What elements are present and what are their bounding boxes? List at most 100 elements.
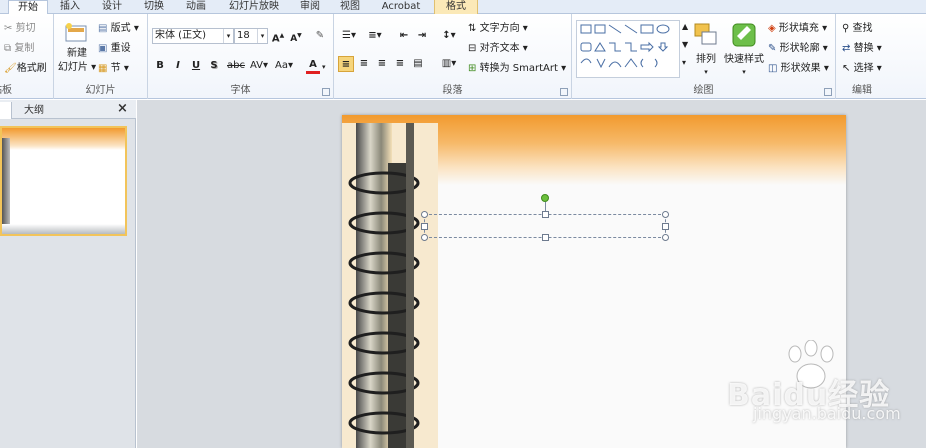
section-button[interactable]: ▦ 节 ▾ — [98, 62, 129, 76]
group-drawing: ▲ ▼ ▾ 排列 ▾ 快速样式 ▾ ◈ 形状填充 ▾ ✎ 形状轮廓 ▾ ◫ 形状… — [572, 14, 836, 99]
tab-transitions[interactable]: 切换 — [138, 0, 170, 14]
columns-icon[interactable]: ▥▾ — [438, 56, 460, 72]
chevron-down-icon[interactable]: ▾ — [223, 29, 233, 43]
shrink-font-icon[interactable]: A▼ — [288, 28, 304, 44]
change-case-icon[interactable]: Aa▾ — [274, 58, 294, 74]
format-painter-button[interactable]: 🖌格式刷 — [4, 62, 47, 76]
increase-indent-icon[interactable]: ⇥ — [414, 28, 430, 44]
tab-format[interactable]: 格式 — [434, 0, 478, 14]
reset-icon: ▣ — [98, 43, 108, 54]
shapes-gallery[interactable] — [576, 20, 680, 78]
cut-button[interactable]: ✂ 剪切 — [4, 22, 36, 36]
align-right-icon[interactable]: ≡ — [374, 56, 390, 72]
slide-thumbnail[interactable] — [0, 126, 127, 236]
font-name-value: 宋体 (正文) — [155, 30, 206, 41]
italic-icon[interactable]: I — [170, 58, 186, 74]
pane-tabs: 大纲 × — [0, 100, 136, 119]
replace-button[interactable]: ⇄ 替换 ▾ — [842, 42, 882, 56]
pen-icon: ✎ — [768, 43, 777, 54]
tab-insert[interactable]: 插入 — [54, 0, 86, 14]
tab-acrobat[interactable]: Acrobat — [376, 0, 426, 14]
chevron-down-icon: ▾ — [704, 68, 708, 76]
shadow-icon[interactable]: S — [206, 58, 222, 74]
rotate-handle[interactable] — [541, 194, 549, 202]
arrange-button[interactable]: 排列 ▾ — [692, 20, 720, 78]
resize-handle-top[interactable] — [542, 211, 549, 218]
gallery-scroll-down-icon[interactable]: ▼ — [682, 38, 688, 52]
font-color-icon[interactable]: A — [306, 58, 320, 74]
align-text-button[interactable]: ⊟ 对齐文本 ▾ — [468, 42, 528, 56]
tab-view[interactable]: 视图 — [334, 0, 366, 14]
paintbrush-icon: 🖌 — [4, 63, 17, 74]
shape-outline-button[interactable]: ✎ 形状轮廓 ▾ — [768, 42, 828, 56]
powerpoint-window: 开始 插入 设计 切换 动画 幻灯片放映 审阅 视图 Acrobat 格式 ✂ … — [0, 0, 926, 448]
convert-smartart-button[interactable]: ⊞ 转换为 SmartArt ▾ — [468, 62, 566, 76]
paint-bucket-icon: ◈ — [768, 23, 776, 34]
font-name-combo[interactable]: 宋体 (正文) ▾ — [152, 28, 234, 44]
new-slide-button[interactable]: 新建 幻灯片 ▾ — [58, 20, 96, 78]
chevron-down-icon[interactable]: ▾ — [257, 29, 267, 43]
group-label-editing: 编辑 — [852, 85, 872, 96]
clear-format-icon[interactable]: ✎ — [312, 28, 328, 44]
resize-handle-bottom[interactable] — [542, 234, 549, 241]
char-spacing-icon[interactable]: AV▾ — [248, 58, 270, 74]
numbering-icon[interactable]: ≡▾ — [364, 28, 386, 44]
tab-design[interactable]: 设计 — [96, 0, 128, 14]
align-left-icon[interactable]: ≡ — [338, 56, 354, 72]
tower-image — [342, 123, 438, 448]
resize-handle-left[interactable] — [421, 223, 428, 230]
font-size-combo[interactable]: 18 ▾ — [234, 28, 268, 44]
find-button[interactable]: ⚲ 查找 — [842, 22, 873, 36]
align-center-icon[interactable]: ≡ — [356, 56, 372, 72]
bold-icon[interactable]: B — [152, 58, 168, 74]
effects-icon: ◫ — [768, 63, 778, 74]
copy-button[interactable]: ⧉ 复制 — [4, 42, 34, 56]
line-spacing-icon[interactable]: ↕▾ — [438, 28, 460, 44]
resize-handle-top-left[interactable] — [421, 211, 428, 218]
gallery-more-icon[interactable]: ▾ — [682, 56, 686, 70]
distributed-icon[interactable]: ▤ — [410, 56, 426, 72]
slides-pane: 大纲 × — [0, 100, 136, 448]
text-direction-icon: ⇅ — [468, 23, 477, 34]
underline-icon[interactable]: U — [188, 58, 204, 74]
chevron-down-icon[interactable]: ▾ — [322, 60, 326, 74]
group-label-font: 字体 — [230, 85, 251, 96]
gallery-scroll-up-icon[interactable]: ▲ — [682, 20, 688, 34]
close-icon[interactable]: × — [117, 100, 128, 117]
select-button[interactable]: ↖ 选择 ▾ — [842, 62, 882, 76]
strikethrough-icon[interactable]: abc — [226, 58, 246, 74]
group-paragraph: ☰▾ ≡▾ ⇤ ⇥ ↕▾ ≡ ≡ ≡ ≡ ▤ ▥▾ ⇅ 文字方向 ▾ ⊟ 对齐文… — [334, 14, 572, 99]
tab-slideshow[interactable]: 幻灯片放映 — [224, 0, 284, 14]
resize-handle-bottom-right[interactable] — [662, 234, 669, 241]
justify-icon[interactable]: ≡ — [392, 56, 408, 72]
tab-review[interactable]: 审阅 — [294, 0, 326, 14]
group-label-drawing: 绘图 — [693, 85, 714, 96]
group-label-slides: 幻灯片 — [85, 85, 116, 96]
grow-font-icon[interactable]: A▲ — [270, 28, 286, 44]
font-size-value: 18 — [237, 30, 250, 41]
tab-outline[interactable]: 大纲 — [24, 102, 44, 119]
resize-handle-right[interactable] — [662, 223, 669, 230]
group-label-clipboard: 剪贴板 — [0, 85, 12, 96]
decrease-indent-icon[interactable]: ⇤ — [396, 28, 412, 44]
new-slide-label-2: 幻灯片 ▾ — [57, 62, 97, 73]
text-direction-button[interactable]: ⇅ 文字方向 ▾ — [468, 22, 528, 36]
shapes-icon — [580, 24, 670, 69]
tab-slides-thumbnails[interactable] — [0, 102, 12, 119]
drawing-dialog-launcher-icon[interactable] — [824, 88, 832, 96]
ribbon: ✂ 剪切 ⧉ 复制 🖌格式刷 剪贴板 新建 幻灯片 ▾ ▤ 版式 ▾ ▣ 重设 … — [0, 14, 926, 99]
shape-fill-button[interactable]: ◈ 形状填充 ▾ — [768, 22, 827, 36]
bullets-icon[interactable]: ☰▾ — [338, 28, 360, 44]
quick-styles-button[interactable]: 快速样式 ▾ — [722, 20, 766, 78]
layout-button[interactable]: ▤ 版式 ▾ — [98, 22, 139, 36]
reset-button[interactable]: ▣ 重设 — [98, 42, 131, 56]
resize-handle-bottom-left[interactable] — [421, 234, 428, 241]
tab-animations[interactable]: 动画 — [180, 0, 212, 14]
group-font: 宋体 (正文) ▾ 18 ▾ A▲ A▼ ✎ B I U S abc AV▾ A… — [148, 14, 334, 99]
tab-home[interactable]: 开始 — [8, 0, 48, 15]
shape-effects-button[interactable]: ◫ 形状效果 ▾ — [768, 62, 829, 76]
paragraph-dialog-launcher-icon[interactable] — [560, 88, 568, 96]
font-dialog-launcher-icon[interactable] — [322, 88, 330, 96]
resize-handle-top-right[interactable] — [662, 211, 669, 218]
chevron-down-icon: ▾ — [742, 68, 746, 76]
